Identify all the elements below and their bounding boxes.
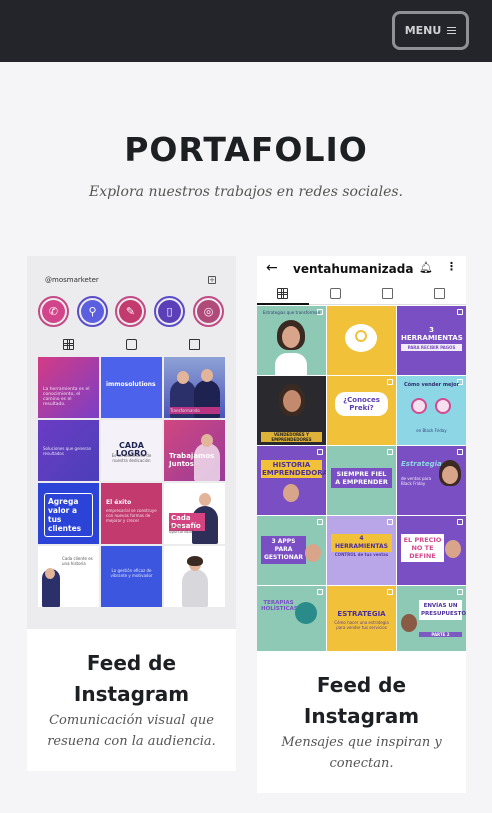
mobile-icon: ▯ [154, 296, 185, 327]
reels-icon[interactable] [126, 339, 137, 350]
post-tile[interactable]: El éxito empresarial se construye con nu… [101, 483, 162, 544]
instagram-feed-screenshot[interactable]: ← ventahumanizada 🔔︎ ⋮ Estrategias que t… [257, 256, 466, 651]
post-tile[interactable] [327, 306, 396, 375]
post-grid: Estrategias que transforman 3 HERRAMIENT… [257, 306, 466, 651]
section-subtitle: Explora nuestros trabajos en redes socia… [88, 184, 404, 200]
post-tile[interactable]: Estrategias que transforman [257, 306, 326, 375]
reels-icon[interactable] [330, 288, 341, 299]
post-grid: La herramienta es el conocimiento, el ca… [38, 357, 225, 607]
post-tile[interactable]: VENDEDORES Y EMPRENDEDORES [257, 376, 326, 445]
post-tile[interactable]: Transformando [164, 357, 225, 418]
post-tile[interactable]: SIEMPRE FIEL A EMPRENDER [327, 446, 396, 515]
post-tile[interactable]: 4 HERRAMIENTAS CONTROL de tus ventas [327, 516, 396, 585]
link-icon: ⚲ [77, 296, 108, 327]
post-tile[interactable]: Cada Desafío es una oportunidad [164, 483, 225, 544]
profile-tabs [27, 335, 236, 355]
instagram-feed-screenshot[interactable]: @mosmarketer + ✆ ⚲ ✎ ▯ ◎ La herramienta … [27, 256, 236, 629]
card-title-line2: Instagram [73, 682, 190, 706]
post-tile[interactable]: Cómo vender mejor en Black Friday [397, 376, 466, 445]
post-tile[interactable]: HISTORIA EMPRENDEDORA [257, 446, 326, 515]
post-tile[interactable]: ENVÍAS UN PRESUPUESTO PARTE 2 [397, 586, 466, 651]
card-title-line1: Feed de [316, 673, 407, 697]
post-tile[interactable]: Soluciones que generan resultados [38, 420, 99, 481]
post-tile[interactable]: 3 HERRAMIENTAS PARA RECIBIR PAGOS [397, 306, 466, 375]
post-tile[interactable]: Cada cliente es una historia [38, 546, 99, 607]
active-tab-indicator [257, 303, 309, 305]
tagged-icon[interactable] [189, 339, 200, 350]
tagged-icon[interactable] [434, 288, 445, 299]
post-tile[interactable]: CADA LOGRO Es un testimonio de nuestra d… [101, 420, 162, 481]
post-tile[interactable]: Agrega valor a tus clientes [38, 483, 99, 544]
section-title: PORTAFOLIO [124, 130, 368, 169]
card-title-line2: Instagram [303, 704, 420, 728]
post-tile[interactable]: Trabajamos Juntos [164, 420, 225, 481]
portfolio-card[interactable]: ← ventahumanizada 🔔︎ ⋮ Estrategias que t… [257, 256, 466, 793]
whatsapp-icon: ✆ [38, 296, 69, 327]
hamburger-icon [447, 27, 457, 34]
card-desc-line2: resuena con la audiencia. [47, 734, 216, 749]
card-desc-line1: Comunicación visual que [49, 713, 214, 728]
post-tile[interactable]: La gestión eficaz de vibrante y motivado… [101, 546, 162, 607]
globe-icon: ◎ [193, 296, 224, 327]
profile-username: @mosmarketer [45, 276, 99, 284]
menu-label: MENU [404, 24, 442, 37]
post-tile[interactable]: Estrategia de ventas para Black Friday [397, 446, 466, 515]
post-tile[interactable]: TERAPIAS HOLÍSTICAS [257, 586, 326, 651]
post-tile[interactable]: ESTRATEGIA Cómo hacer una estrategia par… [327, 586, 396, 651]
top-navbar: MENU [0, 0, 492, 62]
card-title-line1: Feed de [86, 651, 177, 675]
card-desc-line1: Mensajes que inspiran y [281, 735, 442, 750]
post-tile[interactable]: La herramienta es el conocimiento, el ca… [38, 357, 99, 418]
menu-button[interactable]: MENU [392, 11, 469, 50]
back-arrow-icon[interactable]: ← [266, 260, 278, 276]
bell-icon[interactable]: 🔔︎ [419, 261, 433, 274]
portfolio-card[interactable]: @mosmarketer + ✆ ⚲ ✎ ▯ ◎ La herramienta … [27, 256, 236, 771]
grid-icon[interactable] [63, 339, 74, 350]
profile-tabs [257, 283, 466, 305]
grid-icon[interactable] [277, 288, 288, 299]
post-tile[interactable]: EL PRECIO NO TE DEFINE [397, 516, 466, 585]
add-post-icon: + [208, 276, 216, 284]
profile-username: ventahumanizada [293, 262, 414, 276]
post-tile[interactable]: 3 APPS PARA GESTIONAR [257, 516, 326, 585]
document-icon: ✎ [115, 296, 146, 327]
post-tile[interactable] [164, 546, 225, 607]
post-tile[interactable]: ¿Conoces Prekí? [327, 376, 396, 445]
post-tile[interactable]: immosolutions [101, 357, 162, 418]
guide-icon[interactable] [382, 288, 393, 299]
card-desc-line2: conectan. [329, 756, 394, 771]
more-options-icon[interactable]: ⋮ [446, 260, 457, 273]
